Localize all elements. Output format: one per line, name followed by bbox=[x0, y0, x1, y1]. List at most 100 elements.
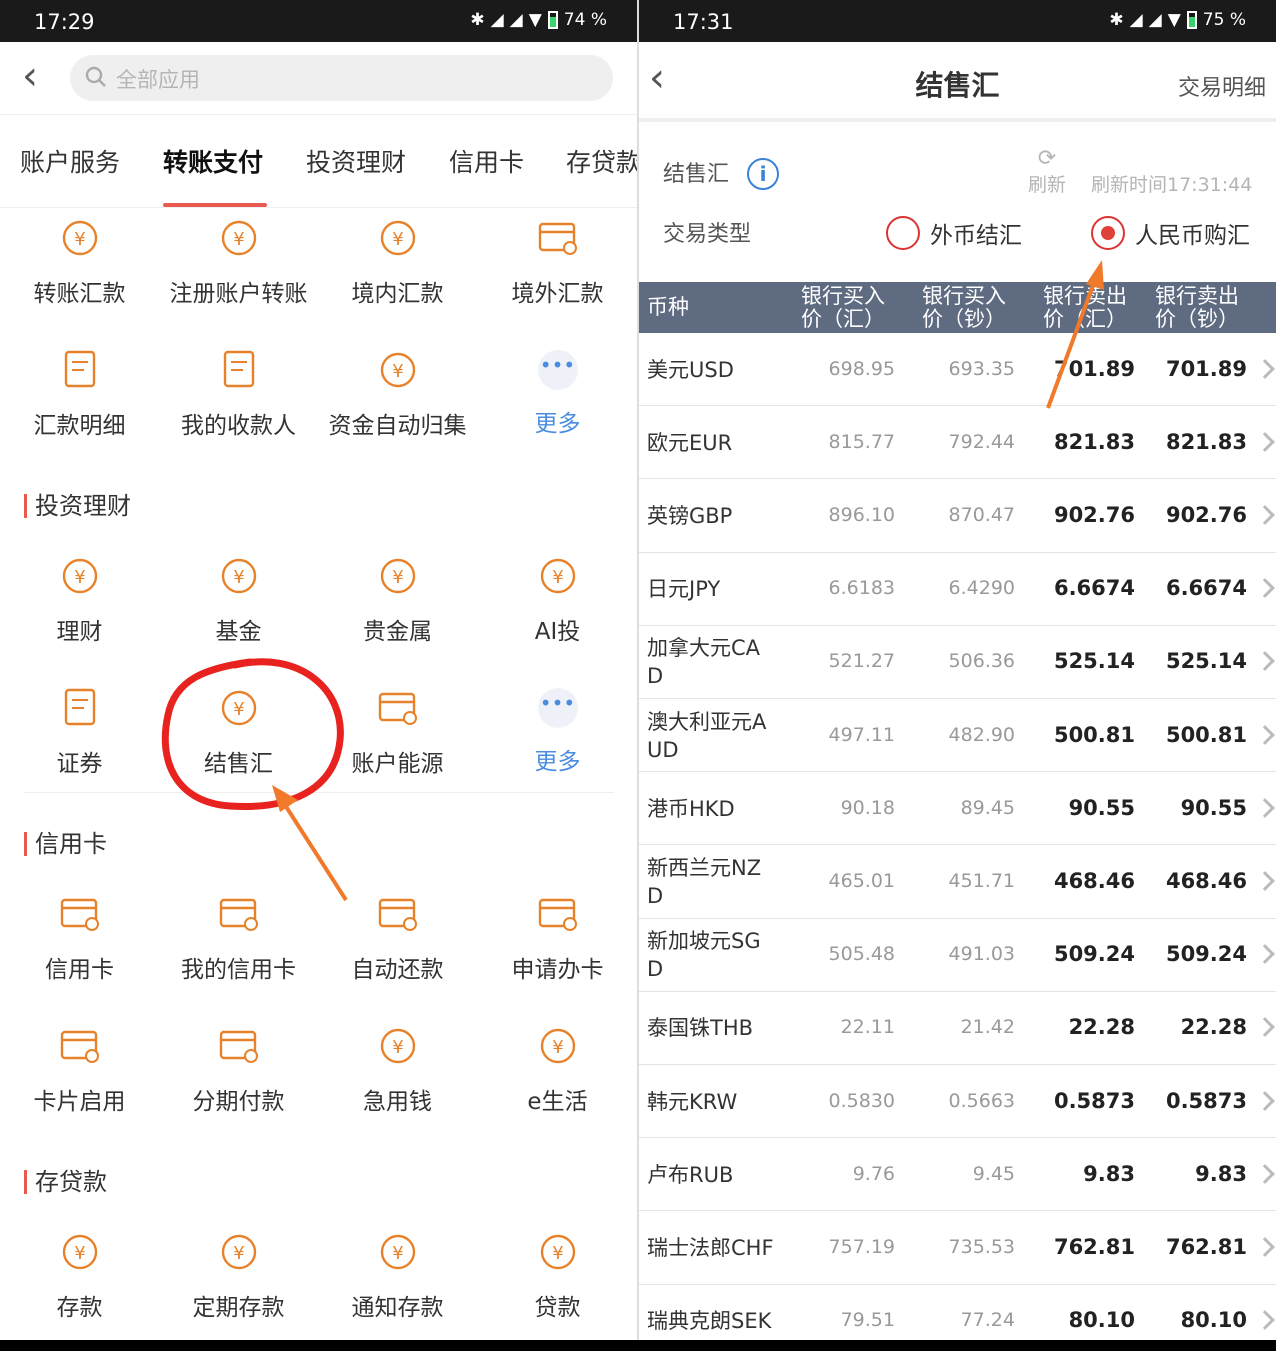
table-row[interactable]: 韩元KRW 0.5830 0.5663 0.5873 0.5873 bbox=[639, 1065, 1276, 1139]
menu-item[interactable]: ¥ 通知存款 bbox=[318, 1230, 477, 1322]
header-currency: 币种 bbox=[647, 295, 689, 319]
status-bar-right: 17:31 ✱ ◢ ◢ ▼ 75 % bbox=[639, 0, 1276, 42]
menu-item[interactable]: 汇款明细 bbox=[0, 348, 159, 440]
menu-item-label: 更多 bbox=[534, 411, 581, 437]
menu-item[interactable]: ¥ 急用钱 bbox=[318, 1024, 477, 1116]
more-button[interactable]: ••• 更多 bbox=[478, 348, 637, 438]
fx-exchange-icon: ¥ bbox=[221, 690, 256, 726]
menu-item-label: 境内汇款 bbox=[351, 281, 444, 307]
menu-item[interactable]: 分期付款 bbox=[159, 1024, 318, 1116]
buy-fx-rate: 497.11 bbox=[828, 723, 895, 746]
currency-name: 美元USD bbox=[647, 357, 734, 382]
menu-item[interactable]: 卡片启用 bbox=[0, 1024, 159, 1116]
menu-item-label: 汇款明细 bbox=[33, 413, 126, 439]
menu-item-label: 更多 bbox=[534, 749, 581, 775]
buy-fx-rate: 6.6183 bbox=[828, 577, 895, 600]
tab-account-service[interactable]: 账户服务 bbox=[20, 143, 120, 179]
transaction-detail-link[interactable]: 交易明细 bbox=[1178, 70, 1266, 102]
more-button[interactable]: ••• 更多 bbox=[478, 686, 637, 776]
sell-cash-rate: 80.10 bbox=[1180, 1308, 1247, 1333]
menu-item[interactable]: ¥ 存款 bbox=[0, 1230, 159, 1322]
menu-item[interactable]: ¥ 贵金属 bbox=[318, 554, 477, 646]
menu-item-label: 境外汇款 bbox=[511, 281, 604, 307]
menu-item[interactable]: ¥ 理财 bbox=[0, 554, 159, 646]
menu-item-label: 贵金属 bbox=[363, 619, 432, 645]
table-row[interactable]: 新西兰元NZD 465.01 451.71 468.46 468.46 bbox=[639, 845, 1276, 919]
buy-cash-rate: 89.45 bbox=[960, 796, 1015, 819]
menu-item[interactable]: 信用卡 bbox=[0, 892, 159, 984]
menu-item[interactable]: ¥ AI投 bbox=[478, 554, 637, 646]
table-row[interactable]: 英镑GBP 896.10 870.47 902.76 902.76 bbox=[639, 479, 1276, 553]
table-row[interactable]: 卢布RUB 9.76 9.45 9.83 9.83 bbox=[639, 1138, 1276, 1212]
table-row[interactable]: 美元USD 698.95 693.35 701.89 701.89 bbox=[639, 333, 1276, 407]
menu-item[interactable]: ¥ 贷款 bbox=[478, 1230, 637, 1322]
table-row[interactable]: 加拿大元CAD 521.27 506.36 525.14 525.14 bbox=[639, 625, 1276, 699]
refresh-icon: ⟳ bbox=[1037, 146, 1057, 171]
menu-item[interactable]: ¥ 注册账户转账 bbox=[159, 216, 318, 308]
domestic-remit-icon: ¥ bbox=[380, 220, 415, 256]
tab-transfer-payment[interactable]: 转账支付 bbox=[163, 143, 263, 179]
svg-text:¥: ¥ bbox=[552, 1243, 563, 1264]
sell-fx-rate: 90.55 bbox=[1068, 795, 1135, 820]
menu-item[interactable]: 证券 bbox=[0, 686, 159, 778]
account-energy-icon bbox=[378, 692, 417, 725]
option-rmb-purchase[interactable]: 人民币购汇 bbox=[1135, 216, 1250, 250]
buy-fx-rate: 757.19 bbox=[828, 1235, 895, 1258]
more-icon: ••• bbox=[537, 350, 578, 390]
menu-item-label: 基金 bbox=[215, 619, 262, 645]
tab-credit-card[interactable]: 信用卡 bbox=[449, 143, 524, 179]
table-row[interactable]: 瑞典克朗SEK 79.51 77.24 80.10 80.10 bbox=[639, 1284, 1276, 1340]
menu-item[interactable]: 申请办卡 bbox=[478, 892, 637, 984]
menu-item[interactable]: 我的信用卡 bbox=[159, 892, 318, 984]
buy-cash-rate: 735.53 bbox=[948, 1235, 1015, 1258]
svg-text:¥: ¥ bbox=[233, 1243, 244, 1264]
menu-item[interactable]: ¥ 结售汇 bbox=[159, 686, 318, 778]
search-icon bbox=[85, 66, 106, 87]
menu-item[interactable]: 我的收款人 bbox=[159, 348, 318, 440]
menu-item[interactable]: ¥ 境内汇款 bbox=[318, 216, 477, 308]
radio-rmb-purchase[interactable] bbox=[1091, 216, 1125, 250]
menu-item-label: 贷款 bbox=[534, 1295, 581, 1321]
table-row[interactable]: 欧元EUR 815.77 792.44 821.83 821.83 bbox=[639, 406, 1276, 480]
menu-item[interactable]: 境外汇款 bbox=[478, 216, 637, 308]
table-row[interactable]: 澳大利亚元AUD 497.11 482.90 500.81 500.81 bbox=[639, 699, 1276, 773]
menu-item[interactable]: 账户能源 bbox=[318, 686, 477, 778]
search-input[interactable]: 全部应用 bbox=[70, 55, 613, 101]
more-icon: ••• bbox=[537, 688, 578, 728]
option-foreign-settle[interactable]: 外币结汇 bbox=[930, 216, 1022, 250]
table-row[interactable]: 日元JPY 6.6183 6.4290 6.6674 6.6674 bbox=[639, 552, 1276, 626]
info-icon[interactable]: i bbox=[747, 158, 779, 190]
menu-item[interactable]: ¥ 资金自动归集 bbox=[318, 348, 477, 440]
svg-text:¥: ¥ bbox=[233, 229, 244, 250]
signal-icon-2: ◢ bbox=[1148, 10, 1162, 30]
radio-foreign-settle[interactable] bbox=[886, 216, 920, 250]
table-row[interactable]: 港币HKD 90.18 89.45 90.55 90.55 bbox=[639, 772, 1276, 846]
table-row[interactable]: 新加坡元SGD 505.48 491.03 509.24 509.24 bbox=[639, 918, 1276, 992]
menu-item[interactable]: ¥ 定期存款 bbox=[159, 1230, 318, 1322]
sell-cash-rate: 902.76 bbox=[1165, 502, 1247, 527]
card-activate-icon bbox=[60, 1030, 99, 1063]
buy-cash-rate: 693.35 bbox=[948, 357, 1015, 380]
loan-icon: ¥ bbox=[540, 1234, 575, 1270]
sell-fx-rate: 9.83 bbox=[1083, 1161, 1135, 1186]
back-icon[interactable]: ‹ bbox=[22, 56, 38, 96]
table-row[interactable]: 泰国铢THB 22.11 21.42 22.28 22.28 bbox=[639, 991, 1276, 1065]
menu-item-label: 我的信用卡 bbox=[181, 957, 296, 983]
tab-deposit-loan[interactable]: 存贷款 bbox=[566, 143, 637, 179]
refresh-button[interactable]: ⟳ 刷新 bbox=[1027, 148, 1067, 197]
menu-item[interactable]: ¥ e生活 bbox=[478, 1024, 637, 1116]
buy-fx-rate: 22.11 bbox=[840, 1016, 895, 1039]
sell-cash-rate: 9.83 bbox=[1195, 1161, 1247, 1186]
menu-item[interactable]: ¥ 基金 bbox=[159, 554, 318, 646]
table-row[interactable]: 瑞士法郎CHF 757.19 735.53 762.81 762.81 bbox=[639, 1211, 1276, 1285]
tab-investment[interactable]: 投资理财 bbox=[306, 143, 406, 179]
section-title-deposit: 存贷款 bbox=[24, 1170, 107, 1194]
menu-item-label: 定期存款 bbox=[192, 1295, 285, 1321]
menu-item-label: 我的收款人 bbox=[181, 413, 296, 439]
signal-icon: ◢ bbox=[490, 10, 504, 30]
sell-cash-rate: 0.5873 bbox=[1165, 1088, 1247, 1113]
menu-item[interactable]: 自动还款 bbox=[318, 892, 477, 984]
fund-collect-icon: ¥ bbox=[380, 352, 415, 388]
menu-item[interactable]: ¥ 转账汇款 bbox=[0, 216, 159, 308]
currency-name: 泰国铢THB bbox=[647, 1016, 754, 1041]
